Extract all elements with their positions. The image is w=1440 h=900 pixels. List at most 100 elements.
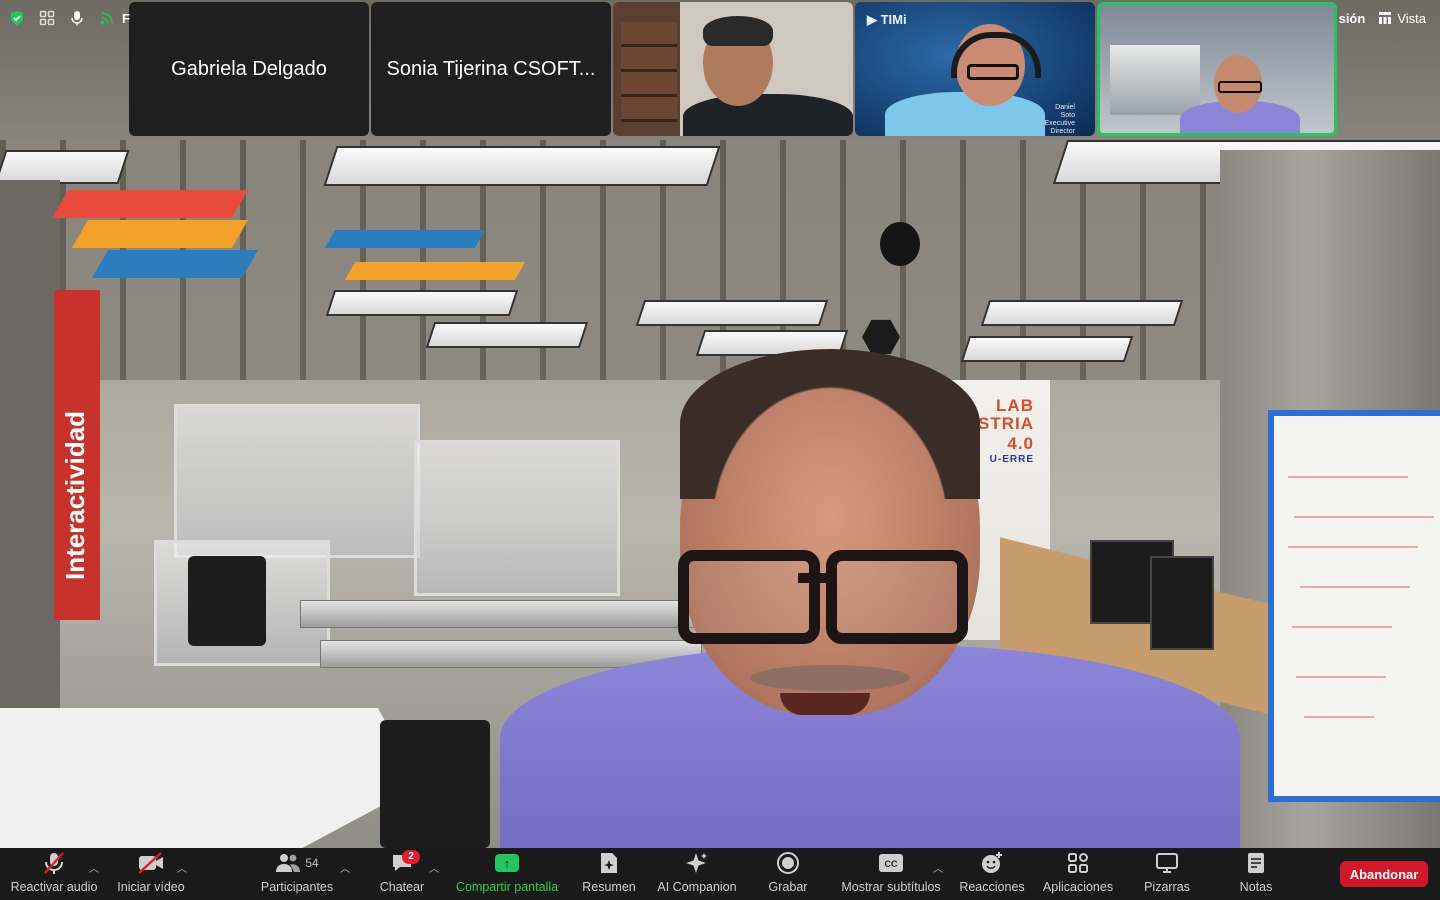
signal-icon[interactable]: [94, 5, 120, 31]
meeting-toolbar: Reactivar audio ︿ Iniciar vídeo ︿ 54 Par…: [0, 848, 1440, 900]
ceiling-camera: [880, 222, 920, 266]
toolbar-label: Participantes: [260, 880, 334, 894]
unmute-audio-button[interactable]: Reactivar audio: [6, 848, 102, 900]
toolbar-label: Pizarras: [1144, 880, 1190, 894]
toolbar-label: Mostrar subtítulos: [841, 880, 941, 894]
toolbar-label: Reactivar audio: [10, 880, 98, 894]
grid-icon[interactable]: [34, 5, 60, 31]
wall-logo-stripe: [344, 262, 526, 280]
video-off-icon: [137, 848, 165, 878]
participants-icon: 54: [275, 848, 319, 878]
lab-chair: [188, 556, 266, 646]
chevron-up-icon[interactable]: ︿: [340, 860, 350, 875]
whiteboards-button[interactable]: Pizarras: [1136, 848, 1198, 900]
chat-badge: 2: [402, 850, 420, 864]
participant-name: Sonia Tijerina CSOFT...: [386, 57, 596, 80]
toolbar-label: Reacciones: [959, 880, 1025, 894]
pillar-text: Interactividad: [60, 410, 90, 580]
participant-name: Gabriela Delgado: [171, 57, 327, 80]
participant-tile[interactable]: Sonia Tijerina CSOFT...: [371, 2, 611, 136]
speaker-hair: [680, 349, 980, 499]
view-button[interactable]: Vista: [1379, 11, 1426, 26]
participant-body: [683, 94, 853, 136]
chevron-up-icon[interactable]: ︿: [89, 860, 99, 875]
toolbar-label: Resumen: [582, 880, 636, 894]
participant-glasses: [1218, 81, 1262, 93]
apps-icon: [1067, 848, 1089, 878]
apps-button[interactable]: Aplicaciones: [1038, 848, 1118, 900]
view-grid-icon: [1379, 12, 1392, 24]
chevron-up-icon[interactable]: ︿: [933, 860, 943, 875]
svg-text:CC: CC: [885, 859, 898, 869]
participant-body: [885, 92, 1045, 136]
chat-icon: 2: [390, 848, 420, 878]
participants-button[interactable]: 54 Participantes: [250, 848, 344, 900]
wall-logo-stripe: [91, 250, 259, 278]
wall-logo-stripe: [324, 230, 486, 248]
record-button[interactable]: Grabar: [760, 848, 816, 900]
microphone-icon[interactable]: [64, 5, 90, 31]
wall-logo-stripe: [71, 220, 249, 248]
summary-icon: [598, 848, 620, 878]
view-label: Vista: [1397, 10, 1426, 26]
lab-machine: [174, 404, 420, 558]
wall-logo-stripe: [51, 190, 249, 218]
left-wall: [0, 180, 60, 740]
notes-button[interactable]: Notas: [1228, 848, 1284, 900]
summary-button[interactable]: Resumen: [578, 848, 640, 900]
reactions-button[interactable]: Reacciones: [956, 848, 1028, 900]
speaker-person: [500, 345, 1240, 848]
toolbar-label: Iniciar vídeo: [117, 880, 185, 894]
glasses-bridge: [798, 573, 828, 583]
toolbar-label: Aplicaciones: [1042, 880, 1114, 894]
chat-button[interactable]: 2 Chatear: [370, 848, 434, 900]
black-chair: [380, 720, 490, 848]
top-right-text: sión: [1338, 10, 1366, 26]
ai-companion-button[interactable]: AI Companion: [652, 848, 742, 900]
chevron-up-icon[interactable]: ︿: [177, 860, 187, 875]
muted-microphone-icon: [41, 848, 67, 878]
shield-check-icon[interactable]: [4, 5, 30, 31]
toolbar-label: Grabar: [768, 880, 808, 894]
speaker-mustache: [750, 665, 910, 691]
ceiling-light: [325, 290, 519, 316]
bookshelf: [621, 22, 677, 122]
participants-count: 54: [305, 856, 319, 870]
whiteboard-icon: [1155, 848, 1179, 878]
reaction-icon: [980, 848, 1004, 878]
toolbar-label: AI Companion: [657, 880, 737, 894]
chevron-up-icon[interactable]: ︿: [429, 860, 439, 875]
white-table: [0, 708, 420, 848]
participant-video-tile[interactable]: [613, 2, 853, 136]
top-right-controls: sión Vista: [1339, 0, 1440, 36]
cc-icon: CC: [878, 848, 904, 878]
share-screen-icon: ↑: [495, 848, 519, 878]
toolbar-label: Compartir pantalla: [455, 880, 559, 894]
active-speaker-tile[interactable]: [1097, 2, 1337, 136]
top-left-text: F: [122, 10, 130, 26]
participant-video-tile[interactable]: ▶ TIMi Daniel Soto Executive Director: [855, 2, 1095, 136]
ai-sparkle-icon: [685, 848, 709, 878]
record-icon: [776, 848, 800, 878]
tile-caption: Daniel Soto Executive Director: [1044, 104, 1075, 135]
glasses-lens: [826, 550, 968, 644]
show-captions-button[interactable]: CC Mostrar subtítulos: [836, 848, 946, 900]
ceiling-light: [635, 300, 829, 326]
participant-glasses: [967, 64, 1019, 80]
ceiling-light: [980, 300, 1184, 326]
participant-hair: [703, 16, 773, 46]
ceiling-light: [323, 146, 721, 186]
ceiling-light: [0, 150, 130, 184]
timi-logo: ▶ TIMi: [867, 12, 907, 27]
leave-meeting-button[interactable]: Abandonar: [1340, 861, 1428, 887]
glasses-lens: [678, 550, 820, 644]
top-left-status: F: [0, 0, 130, 36]
share-screen-button[interactable]: ↑ Compartir pantalla: [450, 848, 564, 900]
toolbar-label: Chatear: [379, 880, 425, 894]
toolbar-label: Notas: [1239, 880, 1273, 894]
speaker-mouth: [780, 693, 870, 715]
red-pillar: Interactividad: [54, 290, 100, 620]
whiteboard: [1268, 410, 1440, 802]
lab-equipment: [1110, 45, 1200, 115]
participant-tile[interactable]: Gabriela Delgado: [129, 2, 369, 136]
